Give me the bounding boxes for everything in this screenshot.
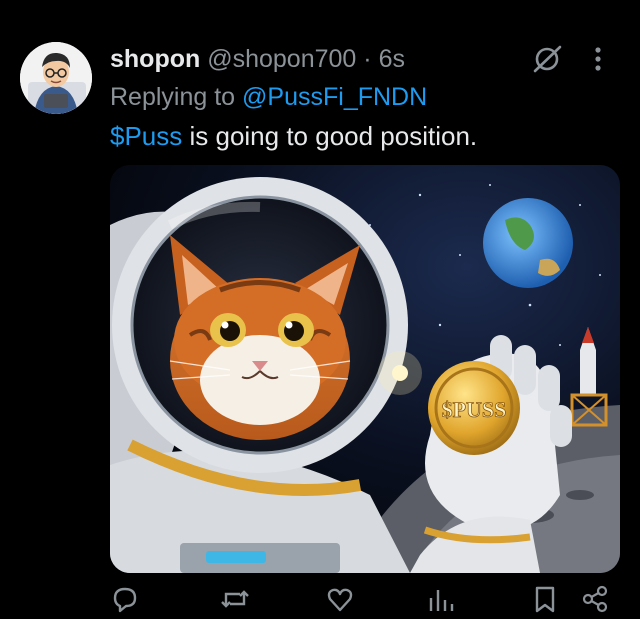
bookmark-icon xyxy=(535,586,555,613)
retweet-button[interactable] xyxy=(220,584,260,616)
grok-icon[interactable] xyxy=(528,44,566,74)
bookmark-button[interactable] xyxy=(530,584,570,616)
reply-prefix: Replying to xyxy=(110,83,236,111)
retweet-icon xyxy=(221,590,249,608)
share-button[interactable] xyxy=(580,584,620,616)
tweet-header: shopon @shopon700 · 6s xyxy=(110,42,405,76)
avatar[interactable] xyxy=(20,42,92,114)
tweet-body: is going to good position. xyxy=(182,121,478,151)
reply-button[interactable] xyxy=(110,584,150,616)
timestamp[interactable]: 6s xyxy=(379,45,405,73)
astronaut-cat-image: $PUSS xyxy=(110,165,620,573)
cashtag-link[interactable]: $Puss xyxy=(110,121,182,151)
share-icon xyxy=(582,585,608,613)
like-icon xyxy=(327,588,353,612)
tweet-image[interactable]: $PUSS xyxy=(110,165,620,573)
action-bar xyxy=(0,584,640,616)
reply-target-link[interactable]: @PussFi_FNDN xyxy=(242,83,427,111)
views-icon xyxy=(429,590,454,611)
author-name[interactable]: shopon xyxy=(110,45,200,73)
separator-dot: · xyxy=(363,45,372,73)
reply-icon xyxy=(113,587,137,613)
author-handle[interactable]: @shopon700 xyxy=(207,45,356,73)
like-button[interactable] xyxy=(325,584,365,616)
views-button[interactable] xyxy=(426,584,466,616)
tweet-text: $Puss is going to good position. xyxy=(110,118,477,154)
reply-context: Replying to @PussFi_FNDN xyxy=(110,80,427,114)
avatar-cartoon-image xyxy=(20,42,92,114)
more-options-icon[interactable] xyxy=(588,44,608,74)
coin-text: $PUSS xyxy=(442,397,507,422)
